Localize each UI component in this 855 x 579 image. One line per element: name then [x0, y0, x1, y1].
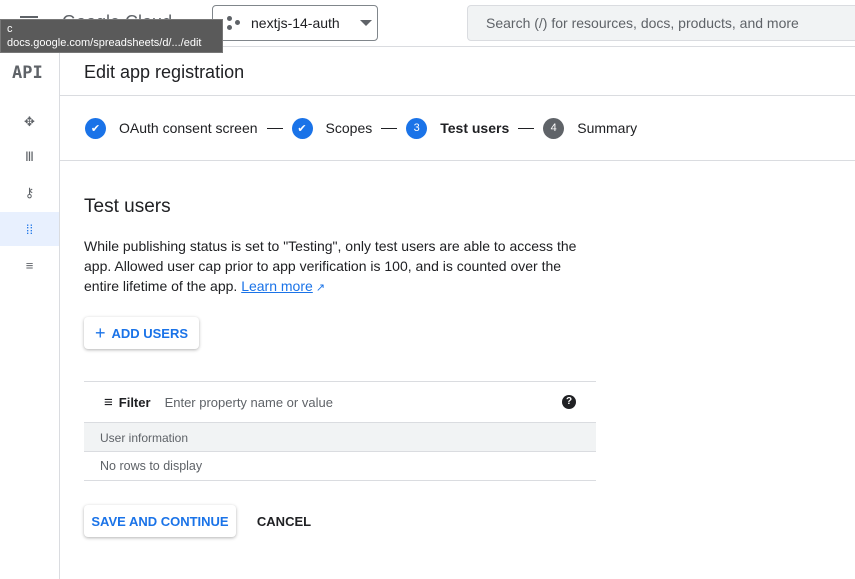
key-icon: ⚷ [24, 185, 35, 200]
step-test-users: Test users [440, 120, 510, 136]
add-users-label: ADD USERS [111, 325, 189, 341]
save-and-continue-button[interactable]: SAVE AND CONTINUE [84, 505, 236, 537]
project-name: nextjs-14-auth [251, 15, 340, 31]
page-title: Edit app registration [60, 47, 855, 96]
sidebar-item-library[interactable]: Ⅲ [0, 140, 59, 174]
external-link-icon: ↗ [312, 282, 326, 294]
settings-list-icon: ≡ [25, 257, 34, 273]
check-icon: ✔ [85, 117, 106, 139]
learn-more-link[interactable]: Learn more [241, 278, 313, 294]
step-oauth-consent[interactable]: OAuth consent screen [119, 120, 258, 136]
library-icon: Ⅲ [25, 149, 34, 164]
column-header-user-information[interactable]: User information [84, 423, 596, 452]
test-users-table: ≡ Filter Enter property name or value ? … [84, 381, 596, 481]
filter-icon: ≡ [104, 393, 113, 411]
oauth-consent-icon: ⁞⁞ [25, 221, 34, 237]
filter-label: Filter [118, 394, 151, 410]
step-divider [381, 127, 398, 129]
sidebar-item-credentials[interactable]: ⚷ [0, 176, 59, 210]
add-users-button[interactable]: + ADD USERS [84, 317, 199, 349]
filter-bar[interactable]: ≡ Filter Enter property name or value ? [84, 382, 596, 423]
chevron-down-icon [359, 20, 372, 26]
stepper: ✔ OAuth consent screen ✔ Scopes 3 Test u… [60, 96, 855, 161]
step-divider [266, 127, 283, 129]
sidebar-item-dashboard[interactable]: ✥ [0, 105, 59, 139]
filter-input[interactable]: Enter property name or value [165, 395, 562, 410]
sidebar: API ✥ Ⅲ ⚷ ⁞⁞ ≡ [0, 47, 60, 579]
project-icon [227, 16, 241, 30]
test-users-section: Test users While publishing status is se… [84, 196, 604, 298]
plus-icon: + [94, 322, 106, 343]
section-title: Test users [84, 196, 171, 217]
help-icon[interactable]: ? [562, 395, 576, 409]
step-summary: Summary [577, 120, 638, 136]
tooltip-url: docs.google.com/spreadsheets/d/.../edit [7, 37, 202, 49]
link-tooltip: c docs.google.com/spreadsheets/d/.../edi… [0, 19, 223, 53]
dashboard-icon: ✥ [24, 114, 35, 129]
cancel-button[interactable]: CANCEL [248, 505, 320, 537]
description-text: While publishing status is set to "Testi… [84, 238, 577, 294]
step-scopes[interactable]: Scopes [326, 120, 373, 136]
project-picker[interactable]: nextjs-14-auth [212, 5, 378, 41]
tooltip-line: c [7, 23, 13, 35]
search-input[interactable]: Search (/) for resources, docs, products… [467, 5, 855, 41]
step-number: 4 [543, 117, 565, 139]
api-logo: API [12, 63, 43, 83]
sidebar-item-page-usage[interactable]: ≡ [0, 248, 59, 282]
step-divider [518, 127, 535, 129]
sidebar-item-oauth-consent[interactable]: ⁞⁞ [0, 212, 59, 246]
step-number: 3 [406, 117, 428, 139]
check-icon: ✔ [291, 117, 313, 139]
empty-row: No rows to display [84, 452, 596, 481]
section-description: While publishing status is set to "Testi… [84, 236, 596, 298]
